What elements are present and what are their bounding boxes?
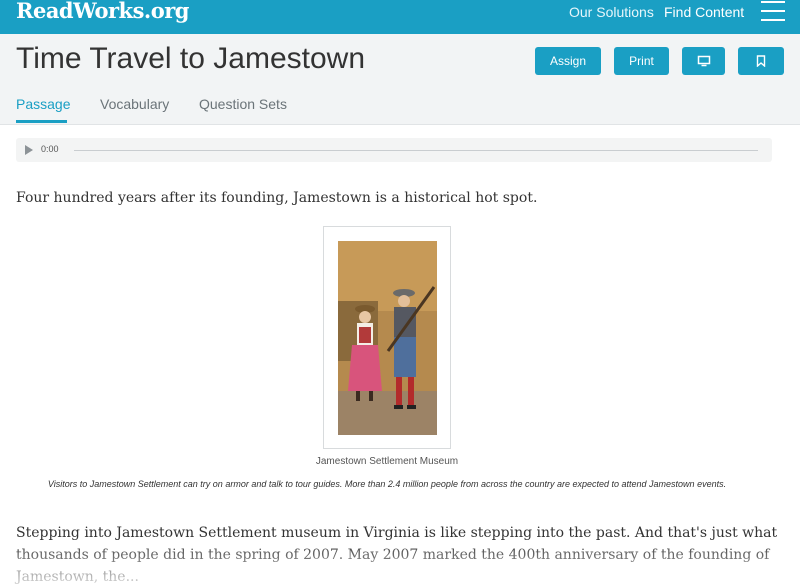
top-navigation-bar: ReadWorks.org Our Solutions Find Content [0,0,800,34]
bookmark-button[interactable] [738,47,784,75]
assign-button[interactable]: Assign [535,47,601,75]
page-title: Time Travel to Jamestown [16,42,365,75]
tab-passage[interactable]: Passage [16,96,70,112]
readworks-logo[interactable]: ReadWorks.org [16,0,189,26]
present-button[interactable] [682,47,725,75]
bookmark-icon [756,55,766,67]
play-icon[interactable] [25,145,33,155]
menu-icon[interactable] [761,1,785,21]
print-button[interactable]: Print [614,47,669,75]
present-icon [697,55,710,67]
audio-player: 0:00 [16,138,772,162]
photo-credit: Jamestown Settlement Museum [315,456,459,467]
photo-caption: Visitors to Jamestown Settlement can try… [47,479,727,489]
active-tab-indicator [16,120,67,123]
tab-vocabulary[interactable]: Vocabulary [100,96,169,112]
our-solutions-link[interactable]: Our Solutions [569,4,654,20]
audio-progress-bar[interactable] [74,150,758,151]
passage-header: Time Travel to Jamestown Assign Print Pa… [0,34,800,125]
find-content-link[interactable]: Find Content [664,4,744,20]
passage-intro: Four hundred years after its founding, J… [16,190,538,206]
audio-time: 0:00 [41,144,59,154]
jamestown-photo [338,241,437,435]
text-fade-overlay [0,540,800,588]
photo-frame [323,226,451,449]
tab-question-sets[interactable]: Question Sets [199,96,287,112]
